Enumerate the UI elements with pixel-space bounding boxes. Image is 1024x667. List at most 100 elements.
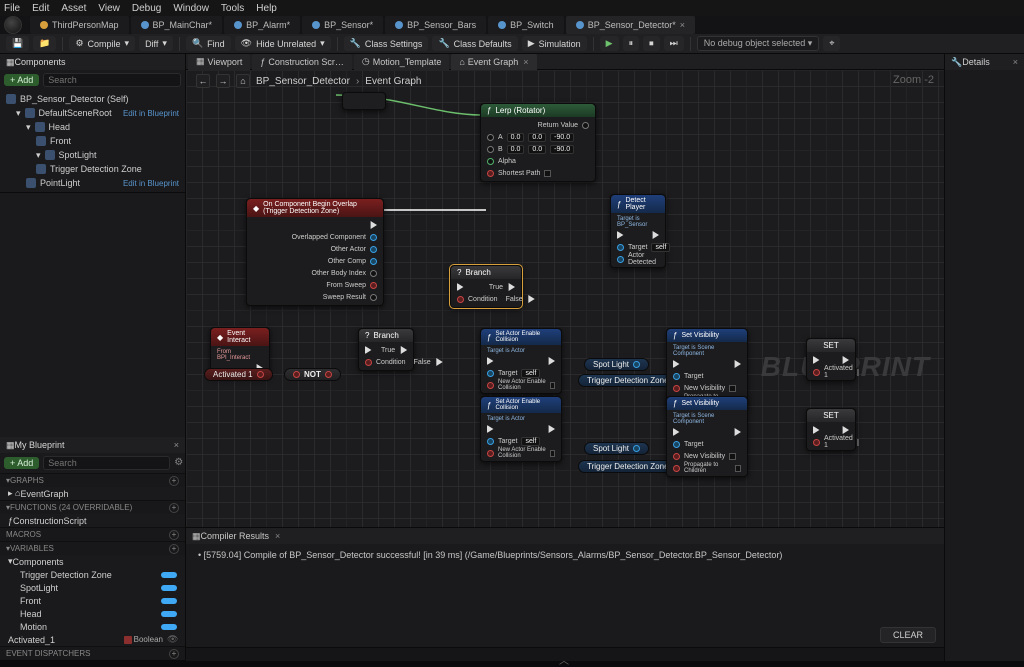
- file-tab[interactable]: BP_Alarm*: [224, 16, 300, 34]
- node-set-collision[interactable]: ƒ Set Actor Enable Collision Target is A…: [480, 396, 562, 462]
- input-pin[interactable]: [813, 439, 820, 446]
- output-pin[interactable]: [370, 270, 377, 277]
- variable-item[interactable]: Activated_1Boolean👁: [0, 633, 185, 646]
- input-pin[interactable]: [673, 373, 680, 380]
- section-graphs[interactable]: ▾ GRAPHS+: [0, 473, 185, 487]
- exec-in-pin[interactable]: [487, 357, 495, 365]
- section-variables[interactable]: ▾ VARIABLES+: [0, 541, 185, 555]
- my-blueprint-search-input[interactable]: [43, 456, 170, 470]
- tree-row[interactable]: ▾ SpotLight: [0, 148, 185, 162]
- add-icon[interactable]: +: [169, 476, 179, 486]
- menu-help[interactable]: Help: [256, 3, 277, 14]
- close-icon[interactable]: ×: [275, 531, 280, 541]
- nav-fwd-button[interactable]: →: [216, 74, 230, 88]
- variable-item[interactable]: SpotLight: [0, 581, 185, 594]
- graph-item[interactable]: ▸ ⌂ EventGraph: [0, 487, 185, 500]
- menu-edit[interactable]: Edit: [32, 3, 49, 14]
- file-tab[interactable]: BP_Sensor*: [302, 16, 383, 34]
- nav-home-button[interactable]: ⌂: [236, 74, 250, 88]
- output-pin[interactable]: [582, 122, 589, 129]
- hide-unrelated-button[interactable]: 👁 Hide Unrelated ▾: [235, 36, 331, 51]
- input-pin[interactable]: [365, 359, 372, 366]
- checkbox[interactable]: [550, 450, 555, 457]
- input-pin[interactable]: [487, 370, 494, 377]
- graph-tab-active[interactable]: ⌂ Event Graph×: [451, 54, 536, 70]
- section-functions[interactable]: ▾ FUNCTIONS (24 OVERRIDABLE)+: [0, 500, 185, 514]
- menu-tools[interactable]: Tools: [221, 3, 244, 14]
- tree-row[interactable]: Trigger Detection Zone: [0, 162, 185, 176]
- exec-out-pin[interactable]: [547, 357, 555, 365]
- node-branch-selected[interactable]: ? Branch True ConditionFalse: [450, 265, 522, 308]
- menu-asset[interactable]: Asset: [61, 3, 86, 14]
- node-unknown[interactable]: [342, 92, 386, 110]
- checkbox[interactable]: [729, 453, 736, 460]
- exec-out-pin[interactable]: [369, 221, 377, 229]
- add-component-button[interactable]: + Add: [4, 74, 39, 86]
- simulation-button[interactable]: ▶ Simulation: [522, 36, 587, 51]
- checkbox[interactable]: [550, 382, 555, 389]
- file-tab[interactable]: BP_Switch: [488, 16, 564, 34]
- gear-icon[interactable]: ⚙: [174, 457, 183, 469]
- input-pin[interactable]: [293, 371, 300, 378]
- close-icon[interactable]: ×: [1013, 57, 1018, 67]
- exec-in-pin[interactable]: [813, 356, 821, 364]
- save-button[interactable]: 💾: [6, 36, 29, 51]
- input-pin[interactable]: [673, 465, 680, 472]
- checkbox[interactable]: [857, 369, 859, 376]
- checkbox[interactable]: [857, 439, 859, 446]
- input-pin[interactable]: [813, 369, 820, 376]
- output-pin[interactable]: [370, 258, 377, 265]
- node-detect-player[interactable]: ƒ Detect Player Target is BP_Sensor Targ…: [610, 194, 666, 268]
- find-button[interactable]: 🔍 Find: [186, 36, 231, 51]
- pause-button[interactable]: ⏸: [623, 36, 640, 51]
- input-pin[interactable]: [487, 382, 494, 389]
- input-pin[interactable]: [673, 441, 680, 448]
- input-pin[interactable]: [617, 256, 624, 263]
- edit-blueprint-link[interactable]: Edit in Blueprint: [123, 109, 179, 118]
- node-begin-overlap[interactable]: ◆ On Component Begin Overlap (Trigger De…: [246, 198, 384, 306]
- diff-button[interactable]: Diff ▾: [139, 36, 173, 51]
- node-not[interactable]: NOT: [284, 368, 341, 381]
- browse-button[interactable]: 📁: [33, 36, 56, 51]
- section-macros[interactable]: MACROS+: [0, 527, 185, 541]
- input-pin[interactable]: [673, 385, 680, 392]
- tree-row[interactable]: BP_Sensor_Detector (Self): [0, 92, 185, 106]
- input-pin[interactable]: [617, 244, 624, 251]
- exec-out-pin[interactable]: [841, 426, 849, 434]
- variable-item[interactable]: Front: [0, 594, 185, 607]
- output-pin[interactable]: [370, 234, 377, 241]
- input-pin[interactable]: [487, 438, 494, 445]
- input-pin[interactable]: [487, 146, 494, 153]
- checkbox[interactable]: [729, 385, 736, 392]
- checkbox[interactable]: [735, 465, 741, 472]
- edit-blueprint-link[interactable]: Edit in Blueprint: [123, 179, 179, 188]
- checkbox[interactable]: [544, 170, 551, 177]
- exec-out-pin[interactable]: [841, 356, 849, 364]
- graph-tab[interactable]: ƒ Construction Scr…: [252, 54, 352, 70]
- node-set-variable[interactable]: SET Activated 1: [806, 338, 856, 381]
- file-tab[interactable]: ThirdPersonMap: [30, 16, 129, 34]
- node-set-collision[interactable]: ƒ Set Actor Enable Collision Target is A…: [480, 328, 562, 394]
- exec-out-pin[interactable]: [733, 360, 741, 368]
- node-lerp-rotator[interactable]: ƒ Lerp (Rotator) Return Value A0.00.0-90…: [480, 103, 596, 182]
- tree-row[interactable]: PointLightEdit in Blueprint: [0, 176, 185, 190]
- nav-back-button[interactable]: ←: [196, 74, 210, 88]
- variable-item[interactable]: Trigger Detection Zone: [0, 568, 185, 581]
- eye-icon[interactable]: 👁: [167, 634, 177, 645]
- clear-button[interactable]: CLEAR: [880, 627, 936, 643]
- components-search-input[interactable]: [43, 73, 181, 87]
- exec-in-pin[interactable]: [457, 283, 465, 291]
- close-icon[interactable]: ×: [523, 57, 528, 67]
- menu-window[interactable]: Window: [173, 3, 209, 14]
- exec-out-pin[interactable]: [507, 283, 515, 291]
- input-pin[interactable]: [487, 450, 494, 457]
- node-set-variable[interactable]: SET Activated 1: [806, 408, 856, 451]
- graph-tab[interactable]: ◷ Motion_Template: [354, 54, 449, 70]
- play-button[interactable]: ▶: [600, 36, 619, 51]
- exec-out-pin[interactable]: [733, 428, 741, 436]
- variable-item[interactable]: Head: [0, 607, 185, 620]
- add-icon[interactable]: +: [169, 503, 179, 513]
- close-icon[interactable]: ×: [174, 440, 179, 450]
- input-pin[interactable]: [673, 453, 680, 460]
- class-settings-button[interactable]: 🔧 Class Settings: [344, 36, 429, 51]
